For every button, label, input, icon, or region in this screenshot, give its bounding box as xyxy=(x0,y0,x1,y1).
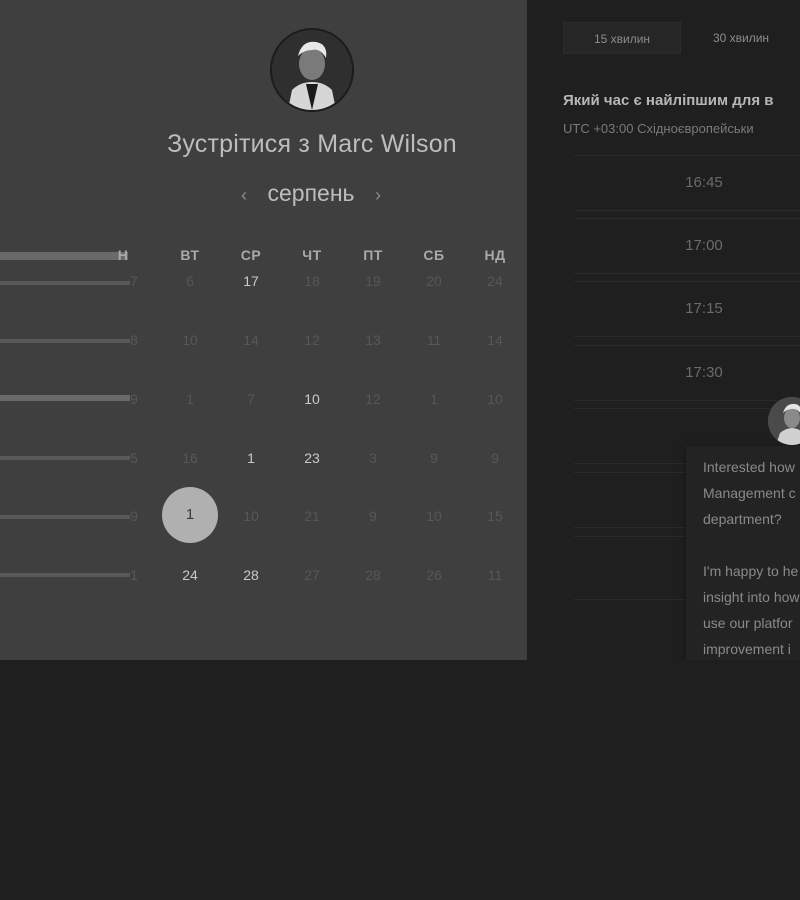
calendar-day: 7 xyxy=(247,391,255,407)
meeting-title: Зустрітися з Marc Wilson xyxy=(167,130,457,158)
calendar-day: 9 xyxy=(491,450,499,466)
calendar-day[interactable]: 1 xyxy=(231,450,271,466)
calendar-day: 5 xyxy=(130,450,138,466)
calendar-day: 1 xyxy=(130,567,138,583)
host-avatar-icon xyxy=(272,30,352,110)
calendar-day: 9 xyxy=(130,508,138,524)
week-row-bar xyxy=(0,573,130,577)
calendar-day: 10 xyxy=(182,332,198,348)
calendar-day: 1 xyxy=(186,391,194,407)
weekday-label: ЧТ xyxy=(302,247,322,263)
calendar-day: 10 xyxy=(426,508,442,524)
chevron-right-icon[interactable]: › xyxy=(369,184,387,206)
calendar-panel: Зустрітися з Marc Wilson ‹ серпень › Н В… xyxy=(0,0,527,660)
calendar-day: 18 xyxy=(304,273,320,289)
chat-message-text: Interested how Management c department? … xyxy=(703,459,800,683)
calendar-day: 14 xyxy=(243,332,259,348)
host-avatar xyxy=(270,28,354,112)
calendar-day: 28 xyxy=(365,567,381,583)
chevron-left-icon[interactable]: ‹ xyxy=(235,184,253,206)
calendar-day: 21 xyxy=(304,508,320,524)
calendar-day: 11 xyxy=(426,332,442,348)
calendar-day: 7 xyxy=(130,273,138,289)
duration-tab-30[interactable]: 30 хвилин xyxy=(683,22,799,54)
calendar-day: 27 xyxy=(304,567,320,583)
calendar-day: 14 xyxy=(487,332,503,348)
time-slot[interactable]: 17:15 xyxy=(574,281,800,337)
calendar-day: 6 xyxy=(186,273,194,289)
calendar-day: 9 xyxy=(130,391,138,407)
month-navigation: ‹ серпень › xyxy=(235,180,389,212)
calendar-day: 26 xyxy=(426,567,442,583)
calendar-day: 19 xyxy=(365,273,381,289)
week-row-bar xyxy=(0,339,130,343)
calendar-day: 12 xyxy=(304,332,320,348)
week-row-bar xyxy=(0,515,130,519)
weekday-label: Н xyxy=(117,247,129,263)
calendar-day: 8 xyxy=(130,332,138,348)
month-label: серпень xyxy=(267,180,355,206)
timezone-selector[interactable]: UTC +03:00 Східноєвропейськи xyxy=(563,121,754,136)
selected-day[interactable]: 1 xyxy=(162,487,218,543)
time-slot[interactable]: 16:45 xyxy=(574,155,800,211)
calendar-day[interactable]: 23 xyxy=(292,450,332,466)
weekday-label: ПТ xyxy=(363,247,383,263)
page-footer-area xyxy=(0,660,800,900)
calendar-day[interactable]: 10 xyxy=(292,391,332,407)
calendar-day: 9 xyxy=(369,508,377,524)
calendar-day: 15 xyxy=(487,508,503,524)
week-row-bar xyxy=(0,281,130,285)
weekday-label: СР xyxy=(240,247,262,263)
time-slot[interactable]: 17:00 xyxy=(574,218,800,274)
calendar-day[interactable]: 24 xyxy=(170,567,210,583)
week-row-bar xyxy=(0,456,130,460)
calendar-day: 13 xyxy=(365,332,381,348)
calendar-day: 11 xyxy=(487,567,503,583)
calendar-day: 3 xyxy=(369,450,377,466)
duration-tab-15[interactable]: 15 хвилин xyxy=(563,22,681,54)
weekday-label: ВТ xyxy=(180,247,200,263)
weekday-label: СБ xyxy=(423,247,445,263)
calendar-day: 10 xyxy=(487,391,503,407)
calendar-day: 1 xyxy=(430,391,438,407)
calendar-day: 9 xyxy=(430,450,438,466)
calendar-day: 24 xyxy=(487,273,503,289)
calendar-day: 10 xyxy=(243,508,259,524)
calendar-day: 16 xyxy=(182,450,198,466)
calendar-day: 20 xyxy=(426,273,442,289)
time-slot[interactable]: 17:30 xyxy=(574,345,800,401)
weekday-label: НД xyxy=(484,247,506,263)
time-question: Який час є найліпшим для в xyxy=(563,92,774,109)
calendar-day: 12 xyxy=(365,391,381,407)
calendar-day[interactable]: 17 xyxy=(231,273,271,289)
calendar-day[interactable]: 28 xyxy=(231,567,271,583)
week-row-bar xyxy=(0,395,130,401)
